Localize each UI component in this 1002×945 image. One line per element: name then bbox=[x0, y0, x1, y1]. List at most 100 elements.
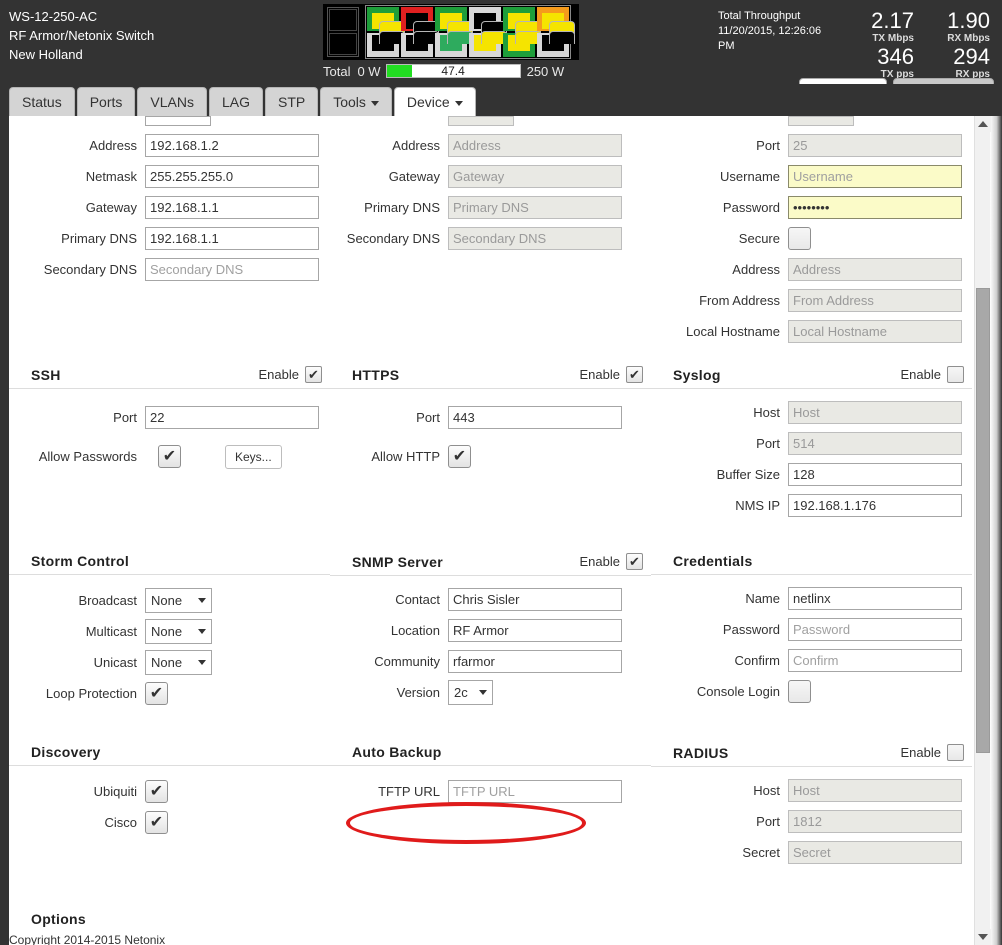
rj45-port-bottom-3[interactable] bbox=[469, 33, 501, 57]
rj45-port-top-2[interactable] bbox=[435, 7, 467, 31]
ipv6-secondary-dns-input[interactable]: Secondary DNS bbox=[448, 227, 622, 250]
email-secure-checkbox[interactable] bbox=[788, 227, 811, 250]
ipv6-gateway-input[interactable]: Gateway bbox=[448, 165, 622, 188]
tab-ports[interactable]: Ports bbox=[77, 87, 136, 116]
clipped-field-remnant bbox=[448, 116, 514, 126]
tab-stp[interactable]: STP bbox=[265, 87, 318, 116]
https-port-label: Port bbox=[330, 410, 448, 425]
credentials-name-input[interactable]: netlinx bbox=[788, 587, 962, 610]
sfp-port-group[interactable] bbox=[327, 7, 359, 57]
ipv4-netmask-input[interactable]: 255.255.255.0 bbox=[145, 165, 319, 188]
radius-host-label: Host bbox=[651, 783, 788, 798]
ipv4-secondary-dns-input[interactable]: Secondary DNS bbox=[145, 258, 319, 281]
tab-vlans[interactable]: VLANs bbox=[137, 87, 207, 116]
radius-enable-group[interactable]: Enable bbox=[901, 744, 964, 761]
rj45-port-bottom-4[interactable] bbox=[503, 33, 535, 57]
tab-tools[interactable]: Tools bbox=[320, 87, 392, 116]
snmp-enable-checkbox[interactable]: ✔ bbox=[626, 553, 643, 570]
discovery-ubiquiti-checkbox[interactable]: ✔ bbox=[145, 780, 168, 803]
snmp-community-label: Community bbox=[330, 654, 448, 669]
port-status-panel[interactable] bbox=[323, 4, 579, 60]
ssh-port-input[interactable]: 22 bbox=[145, 406, 319, 429]
snmp-location-input[interactable]: RF Armor bbox=[448, 619, 622, 642]
ipv4-netmask-label: Netmask bbox=[9, 169, 145, 184]
syslog-nms-ip-input[interactable]: 192.168.1.176 bbox=[788, 494, 962, 517]
ipv6-primary-dns-input[interactable]: Primary DNS bbox=[448, 196, 622, 219]
ipv4-primary-dns-input[interactable]: 192.168.1.1 bbox=[145, 227, 319, 250]
snmp-version-select[interactable]: 2c bbox=[448, 680, 493, 705]
syslog-enable-checkbox[interactable] bbox=[947, 366, 964, 383]
https-port-input[interactable]: 443 bbox=[448, 406, 622, 429]
scrollbar-thumb[interactable] bbox=[976, 288, 990, 753]
storm-multicast-label: Multicast bbox=[9, 624, 145, 639]
rj45-port-bottom-0[interactable] bbox=[367, 33, 399, 57]
sfp-port-icon[interactable] bbox=[329, 33, 357, 55]
credentials-password-input[interactable]: Password bbox=[788, 618, 962, 641]
storm-unicast-select[interactable]: None bbox=[145, 650, 212, 675]
radius-port-input[interactable]: 1812 bbox=[788, 810, 962, 833]
console-login-checkbox[interactable] bbox=[788, 680, 811, 703]
email-address-input[interactable]: Address bbox=[788, 258, 962, 281]
syslog-buffer-size-input[interactable]: 128 bbox=[788, 463, 962, 486]
ssh-allow-passwords-checkbox[interactable]: ✔ bbox=[158, 445, 181, 468]
rj45-port-top-3[interactable] bbox=[469, 7, 501, 31]
https-enable-group[interactable]: Enable ✔ bbox=[580, 366, 643, 383]
rj45-port-top-5[interactable] bbox=[537, 7, 569, 31]
radius-host-input[interactable]: Host bbox=[788, 779, 962, 802]
ssh-enable-checkbox[interactable]: ✔ bbox=[305, 366, 322, 383]
credentials-confirm-input[interactable]: Confirm bbox=[788, 649, 962, 672]
email-local-hostname-input[interactable]: Local Hostname bbox=[788, 320, 962, 343]
ssh-enable-group[interactable]: Enable ✔ bbox=[259, 366, 322, 383]
scroll-up-arrow[interactable] bbox=[975, 116, 991, 132]
email-username-input[interactable]: Username bbox=[788, 165, 962, 188]
storm-multicast-select[interactable]: None bbox=[145, 619, 212, 644]
power-current-value: 47.4 bbox=[387, 65, 520, 77]
syslog-port-input[interactable]: 514 bbox=[788, 432, 962, 455]
rj45-port-top-0[interactable] bbox=[367, 7, 399, 31]
snmp-enable-group[interactable]: Enable ✔ bbox=[580, 553, 643, 570]
rj45-port-bottom-5[interactable] bbox=[537, 33, 569, 57]
syslog-enable-group[interactable]: Enable bbox=[901, 366, 964, 383]
tab-device[interactable]: Device bbox=[394, 87, 476, 116]
sfp-port-icon[interactable] bbox=[329, 9, 357, 31]
email-from-address-input[interactable]: From Address bbox=[788, 289, 962, 312]
tab-lag[interactable]: LAG bbox=[209, 87, 263, 116]
radius-enable-checkbox[interactable] bbox=[947, 744, 964, 761]
loop-protection-checkbox[interactable]: ✔ bbox=[145, 682, 168, 705]
rj45-port-block[interactable] bbox=[365, 5, 571, 59]
email-password-input[interactable]: •••••••• bbox=[788, 196, 962, 219]
rj45-port-bottom-2[interactable] bbox=[435, 33, 467, 57]
ipv6-address-input[interactable]: Address bbox=[448, 134, 622, 157]
scroll-down-arrow[interactable] bbox=[975, 929, 991, 945]
ipv4-gateway-input[interactable]: 192.168.1.1 bbox=[145, 196, 319, 219]
rj45-port-top-1[interactable] bbox=[401, 7, 433, 31]
credentials-name-row: Namenetlinx bbox=[651, 583, 972, 614]
discovery-cisco-checkbox[interactable]: ✔ bbox=[145, 811, 168, 834]
radius-secret-input[interactable]: Secret bbox=[788, 841, 962, 864]
rj45-bottom-row[interactable] bbox=[366, 32, 570, 58]
ipv4-secondary-dns-row: Secondary DNSSecondary DNS bbox=[9, 254, 330, 285]
storm-broadcast-select[interactable]: None bbox=[145, 588, 212, 613]
tftp-url-input[interactable]: TFTP URL bbox=[448, 780, 622, 803]
rj45-port-bottom-1[interactable] bbox=[401, 33, 433, 57]
syslog-host-input[interactable]: Host bbox=[788, 401, 962, 424]
email-port-input[interactable]: 25 bbox=[788, 134, 962, 157]
https-allow-http-checkbox[interactable]: ✔ bbox=[448, 445, 471, 468]
rj45-top-row[interactable] bbox=[366, 6, 570, 32]
ipv4-address-input[interactable]: 192.168.1.2 bbox=[145, 134, 319, 157]
tab-status[interactable]: Status bbox=[9, 87, 75, 116]
rj45-port-top-4[interactable] bbox=[503, 7, 535, 31]
email-secure-label: Secure bbox=[651, 231, 788, 246]
snmp-community-input[interactable]: rfarmor bbox=[448, 650, 622, 673]
https-enable-checkbox[interactable]: ✔ bbox=[626, 366, 643, 383]
ssh-keys-button[interactable]: Keys... bbox=[225, 445, 282, 469]
chevron-down-icon bbox=[371, 101, 379, 106]
device-type: RF Armor/Netonix Switch bbox=[9, 26, 154, 45]
rj45-jack-icon bbox=[474, 35, 496, 51]
syslog-host-row: HostHost bbox=[651, 397, 972, 428]
snmp-contact-input[interactable]: Chris Sisler bbox=[448, 588, 622, 611]
syslog-host-label: Host bbox=[651, 405, 788, 420]
content-scrollbar[interactable] bbox=[974, 116, 990, 945]
https-enable-label: Enable bbox=[580, 367, 620, 382]
right-edge-decoration bbox=[990, 116, 1002, 945]
